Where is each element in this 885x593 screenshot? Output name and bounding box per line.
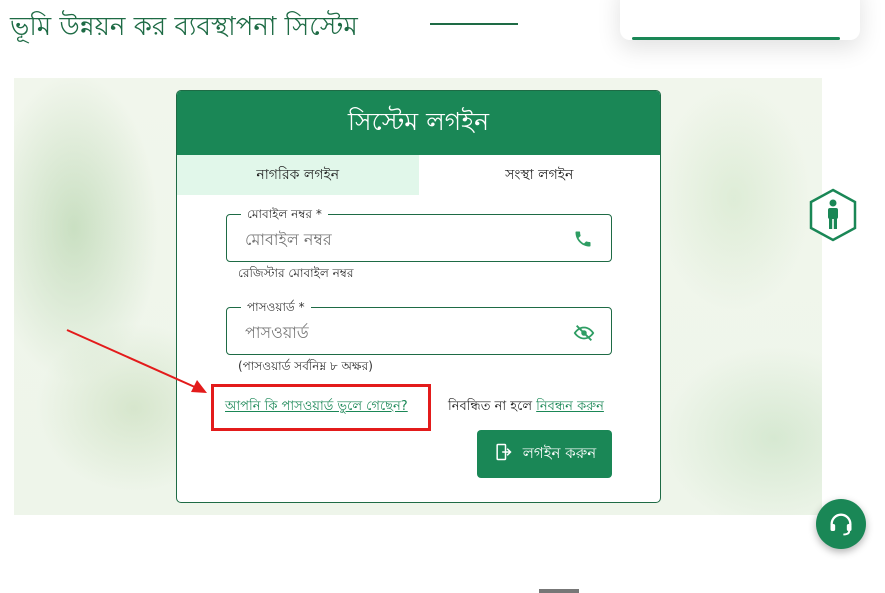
- headset-icon: [830, 513, 852, 536]
- accessibility-person-icon: [809, 188, 857, 242]
- support-button[interactable]: [816, 499, 866, 549]
- annotation-arrow: [66, 329, 207, 393]
- bottom-scroll-indicator: [539, 589, 579, 593]
- accessibility-button[interactable]: [808, 188, 858, 242]
- page: ভূমি উন্নয়ন কর ব্যবস্থাপনা সিস্টেম সিস্…: [0, 0, 885, 593]
